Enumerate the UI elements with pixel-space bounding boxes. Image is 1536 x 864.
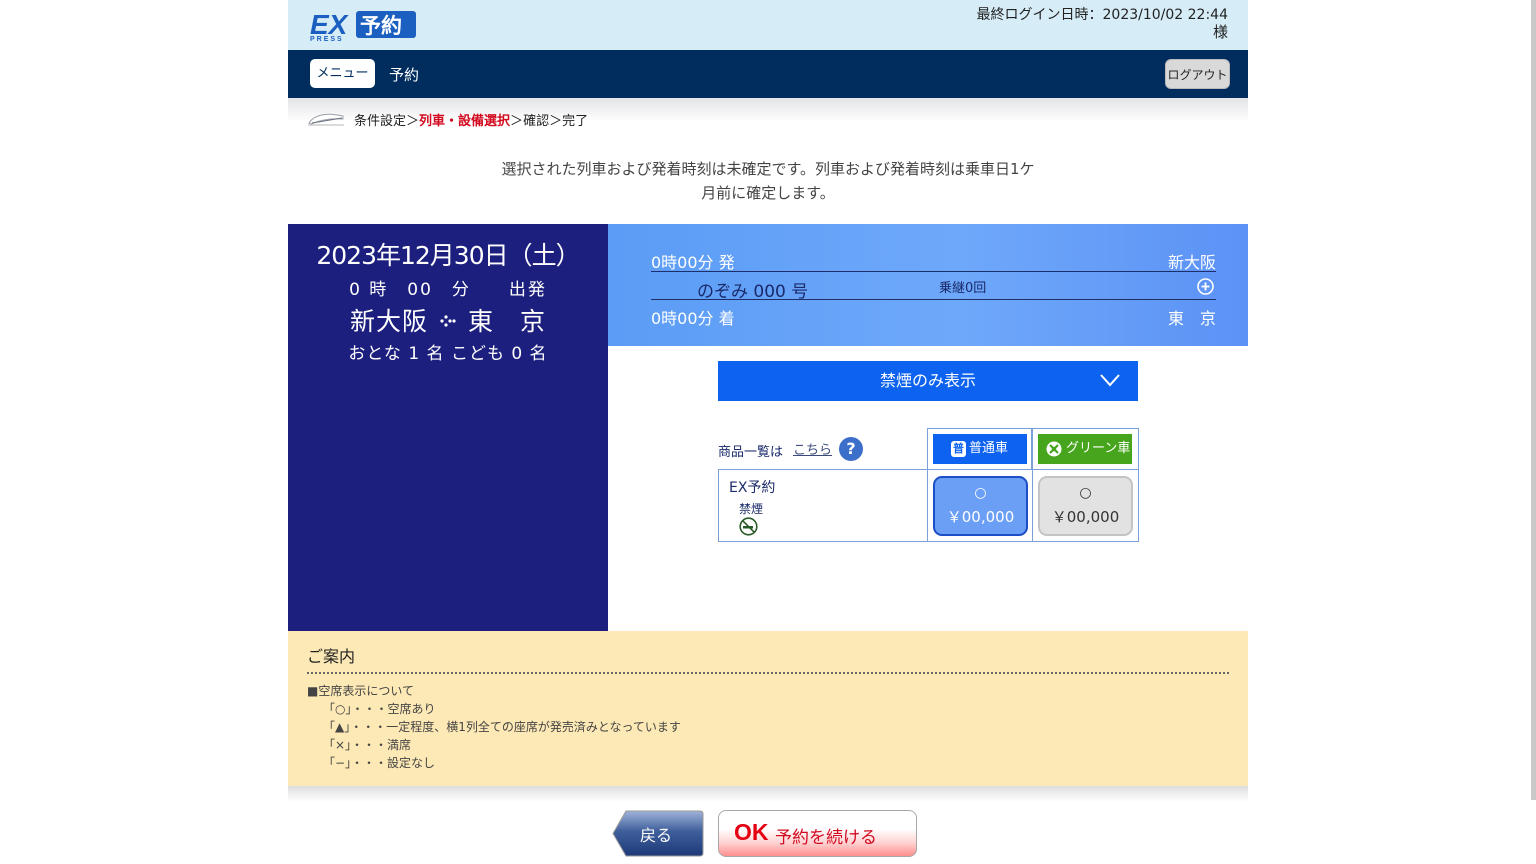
menu-button[interactable]: メニュー bbox=[310, 59, 375, 88]
green-price: ￥00,000 bbox=[1051, 508, 1120, 526]
standard-price: ￥00,000 bbox=[946, 508, 1015, 526]
route-arrow-icon bbox=[439, 312, 457, 335]
logout-button[interactable]: ログアウト bbox=[1165, 59, 1230, 89]
filter-label: 禁煙のみ表示 bbox=[879, 371, 976, 390]
chevron-down-icon bbox=[1100, 374, 1120, 387]
guide-heading: ■空席表示について bbox=[307, 684, 414, 698]
breadcrumb-step-train-select: 列車・設備選択 bbox=[419, 114, 511, 129]
departure-row: 0時00分 発 新大阪 bbox=[651, 244, 1216, 272]
departure-time: 0時00分 発 bbox=[651, 253, 735, 272]
login-info: 最終ログイン日時：2023/10/02 22:44 様 bbox=[977, 7, 1229, 41]
trip-passengers: おとな 1 名 こども 0 名 bbox=[348, 344, 548, 364]
standard-seat-select-button[interactable]: ○ ￥00,000 bbox=[933, 476, 1028, 536]
green-car-icon bbox=[1046, 441, 1062, 457]
standard-car-tag: 普 普通車 bbox=[933, 434, 1027, 464]
breadcrumb-steps: 条件設定＞列車・設備選択＞確認＞完了 bbox=[354, 110, 588, 129]
notice-line-2: 月前に確定します。 bbox=[701, 184, 835, 202]
guide-item-limited: 「▲」・・・一定程度、横1列全ての座席が発売済みとなっています bbox=[323, 720, 681, 734]
shinkansen-icon bbox=[308, 113, 344, 126]
breadcrumb-step-conditions: 条件設定 bbox=[354, 114, 407, 129]
svg-text:PRESS: PRESS bbox=[310, 36, 344, 42]
train-info: 0時00分 発 新大阪 のぞみ 000 号 乗継0回 0時00分 着 東 京 bbox=[608, 224, 1248, 346]
standard-car-header: 普 普通車 bbox=[927, 428, 1032, 469]
breadcrumb: 条件設定＞列車・設備選択＞確認＞完了 bbox=[288, 98, 1248, 138]
breadcrumb-step-confirm: 確認 bbox=[523, 114, 550, 129]
arrival-time: 0時00分 着 bbox=[651, 309, 735, 328]
breadcrumb-sep: ＞ bbox=[406, 114, 420, 129]
standard-car-label: 普通車 bbox=[969, 441, 1009, 456]
standard-availability: ○ bbox=[974, 485, 987, 501]
trip-summary: 2023年12月30日（土） 0 時 00 分 出発 新大阪 東 京 おとな 1… bbox=[288, 224, 608, 631]
trip-route: 新大阪 東 京 bbox=[288, 302, 608, 338]
green-car-tag: グリーン車 bbox=[1038, 434, 1132, 464]
train-name: のぞみ 000 号 bbox=[697, 282, 809, 302]
user-name: 様 bbox=[1212, 23, 1228, 41]
trip-departure-time: 0 時 00 分 出発 bbox=[349, 280, 547, 300]
trip-from-station: 新大阪 bbox=[350, 307, 429, 336]
guide-list: ■空席表示について 「○」・・・空席あり 「▲」・・・一定程度、横1列全ての座席… bbox=[307, 682, 681, 772]
product-name: EX予約 bbox=[729, 480, 776, 496]
departure-station: 新大阪 bbox=[1167, 253, 1216, 272]
guide-item-available: 「○」・・・空席あり bbox=[323, 702, 436, 716]
train-row: のぞみ 000 号 乗継0回 bbox=[651, 272, 1216, 302]
header: EX 予約 PRESS 最終ログイン日時：2023/10/02 22:44 様 bbox=[288, 0, 1248, 50]
product-list-link[interactable]: こちら bbox=[793, 439, 832, 458]
product-list-header: 商品一覧は こちら ? bbox=[718, 428, 927, 469]
arrival-station: 東 京 bbox=[1167, 309, 1216, 328]
non-smoking-filter-select[interactable]: 禁煙のみ表示 bbox=[718, 361, 1138, 401]
product-non-smoking: 禁煙 bbox=[739, 502, 764, 516]
trip-date: 2023年12月30日（土） bbox=[316, 241, 580, 270]
column-divider bbox=[1032, 470, 1033, 541]
guide-panel: ご案内 ■空席表示について 「○」・・・空席あり 「▲」・・・一定程度、横1列全… bbox=[288, 631, 1248, 786]
svg-text:予約: 予約 bbox=[360, 14, 402, 38]
guide-item-none: 「−」・・・設定なし bbox=[323, 756, 436, 770]
green-seat-select-button[interactable]: ○ ￥00,000 bbox=[1038, 476, 1133, 536]
ok-mark: OK bbox=[734, 819, 769, 845]
green-car-label: グリーン車 bbox=[1066, 441, 1131, 456]
breadcrumb-step-complete: 完了 bbox=[562, 114, 589, 129]
help-icon[interactable]: ? bbox=[839, 437, 863, 461]
no-smoking-icon bbox=[739, 517, 758, 536]
breadcrumb-sep: ＞ bbox=[549, 114, 563, 129]
unconfirmed-notice: 選択された列車および発着時刻は未確定です。列車および発着時刻は乗車日1ケ 月前に… bbox=[288, 157, 1248, 205]
ex-yoyaku-logo[interactable]: EX 予約 PRESS bbox=[310, 8, 418, 42]
last-login: 最終ログイン日時：2023/10/02 22:44 bbox=[976, 7, 1229, 23]
arrival-row: 0時00分 着 東 京 bbox=[651, 300, 1216, 328]
plus-circle-icon[interactable] bbox=[1197, 278, 1214, 295]
breadcrumb-sep: ＞ bbox=[510, 114, 524, 129]
seat-class-table: 商品一覧は こちら ? 普 普通車 グリーン車 EX予約 禁煙 ○ ￥00,00… bbox=[718, 428, 1139, 542]
guide-item-full: 「×」・・・満席 bbox=[323, 738, 412, 752]
guide-title: ご案内 bbox=[307, 647, 356, 666]
page-scrollbar[interactable] bbox=[1531, 0, 1536, 800]
green-availability: ○ bbox=[1079, 485, 1092, 501]
column-divider bbox=[927, 470, 928, 541]
product-list-label: 商品一覧は bbox=[718, 445, 784, 460]
transfer-count: 乗継0回 bbox=[939, 281, 987, 296]
back-button[interactable]: 戻る bbox=[612, 810, 704, 857]
nav-bar: メニュー 予約 ログアウト bbox=[288, 50, 1248, 98]
footer-bar bbox=[288, 786, 1248, 802]
trip-to-station: 東 京 bbox=[467, 307, 546, 336]
green-car-header: グリーン車 bbox=[1032, 428, 1139, 469]
notice-line-1: 選択された列車および発着時刻は未確定です。列車および発着時刻は乗車日1ケ bbox=[501, 160, 1035, 178]
back-label: 戻る bbox=[640, 826, 673, 845]
nav-title: 予約 bbox=[389, 66, 420, 84]
standard-car-icon: 普 bbox=[951, 441, 966, 457]
continue-booking-label: 予約を続ける bbox=[775, 828, 877, 848]
page: EX 予約 PRESS 最終ログイン日時：2023/10/02 22:44 様 … bbox=[288, 0, 1248, 864]
continue-booking-button[interactable]: OK 予約を続ける bbox=[718, 810, 917, 857]
guide-divider bbox=[307, 672, 1229, 674]
product-row: EX予約 禁煙 ○ ￥00,000 ○ ￥00,000 bbox=[718, 469, 1139, 542]
